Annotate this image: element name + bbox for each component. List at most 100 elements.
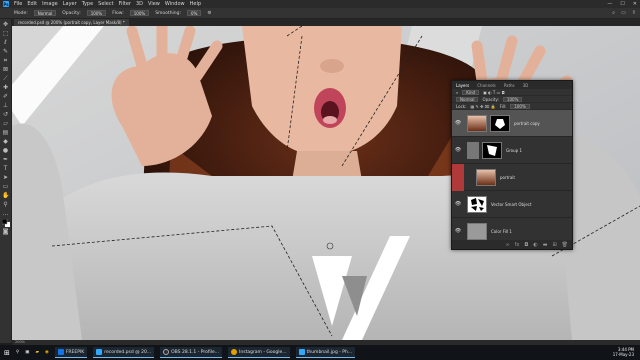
tab-channels[interactable]: Channels bbox=[477, 83, 496, 88]
layer-portrait[interactable]: portrait bbox=[452, 163, 572, 191]
photoshop-icon bbox=[96, 349, 103, 355]
frame-tool-icon[interactable]: ⊠ bbox=[2, 66, 9, 73]
zoom-tool-icon[interactable]: ⚲ bbox=[2, 201, 9, 208]
move-tool-icon[interactable]: ✥ bbox=[2, 21, 9, 28]
layer-portrait-copy[interactable]: 👁 portrait copy bbox=[452, 110, 572, 137]
fill-input[interactable]: 100% bbox=[510, 103, 530, 109]
taskbar-app-label: thumbnail.jpg - Ph... bbox=[306, 349, 353, 355]
eraser-tool-icon[interactable]: ▱ bbox=[2, 120, 9, 127]
smoothing-input[interactable]: 0% bbox=[187, 10, 202, 16]
group-mask-thumbnail[interactable] bbox=[482, 141, 502, 159]
color-swatches[interactable] bbox=[1, 218, 10, 227]
menu-edit[interactable]: Edit bbox=[27, 1, 37, 7]
chrome-icon[interactable]: ◉ bbox=[45, 350, 49, 355]
taskbar-app-label: OBS 28.1.1 - Profile... bbox=[171, 349, 220, 355]
history-brush-tool-icon[interactable]: ↺ bbox=[2, 111, 9, 118]
layer-group-1[interactable]: 👁 Group 1 bbox=[452, 137, 572, 164]
new-layer-icon[interactable]: ⊞ bbox=[552, 242, 556, 248]
flow-input[interactable]: 100% bbox=[129, 10, 150, 16]
eye-icon[interactable]: 👁 bbox=[452, 120, 464, 126]
quick-select-tool-icon[interactable]: ✎ bbox=[2, 48, 9, 55]
menu-type[interactable]: Type bbox=[82, 1, 93, 7]
shape-tool-icon[interactable]: ▭ bbox=[2, 183, 9, 190]
menu-help[interactable]: Help bbox=[190, 1, 201, 7]
lasso-tool-icon[interactable]: ℓ bbox=[2, 39, 9, 46]
system-clock[interactable]: 3:44 PM 17-May-23 bbox=[613, 347, 634, 357]
crop-tool-icon[interactable]: ⌗ bbox=[2, 57, 9, 64]
taskbar-app-photoshop[interactable]: recorded.psd @ 20... bbox=[93, 347, 155, 358]
gradient-tool-icon[interactable]: ▤ bbox=[2, 129, 9, 136]
layer-name: Color Fill 1 bbox=[491, 228, 512, 234]
flow-label: Flow: bbox=[112, 10, 124, 16]
menu-select[interactable]: Select bbox=[98, 1, 113, 7]
lock-icons[interactable]: ▦ ✎ ✥ ⌧ 🔒 bbox=[470, 104, 495, 109]
menu-layer[interactable]: Layer bbox=[63, 1, 77, 7]
eye-icon[interactable]: 👁 bbox=[452, 228, 464, 234]
options-bar: Mode: Normal Opacity: 100% Flow: 100% Sm… bbox=[0, 8, 640, 19]
close-icon[interactable]: ✕ bbox=[633, 1, 637, 7]
menu-window[interactable]: Window bbox=[165, 1, 185, 7]
opacity-label: Opacity: bbox=[62, 10, 81, 16]
marquee-tool-icon[interactable]: ⬚ bbox=[2, 30, 9, 37]
type-tool-icon[interactable]: T bbox=[2, 165, 9, 172]
minimize-icon[interactable]: — bbox=[607, 1, 612, 7]
quick-mask-icon[interactable]: ◙ bbox=[2, 228, 9, 235]
healing-tool-icon[interactable]: ✚ bbox=[2, 84, 9, 91]
menu-view[interactable]: View bbox=[148, 1, 160, 7]
layer-thumbnail bbox=[476, 168, 496, 186]
photoshop-icon bbox=[298, 349, 305, 355]
eye-icon[interactable]: 👁 bbox=[452, 201, 464, 207]
fill-thumbnail bbox=[467, 222, 487, 240]
filter-kind-select[interactable]: Kind bbox=[462, 89, 480, 95]
menu-3d[interactable]: 3D bbox=[136, 1, 143, 7]
layer-mask-thumbnail[interactable] bbox=[490, 114, 510, 132]
blend-mode-select[interactable]: Normal bbox=[456, 96, 479, 102]
folder-icon[interactable]: ▬ bbox=[543, 242, 548, 248]
tab-paths[interactable]: Paths bbox=[504, 83, 515, 88]
windows-start-icon[interactable]: ⊞ bbox=[4, 349, 10, 357]
gear-icon[interactable]: ⚙ bbox=[207, 11, 211, 16]
file-explorer-icon[interactable]: ▰ bbox=[35, 350, 38, 355]
menu-filter[interactable]: Filter bbox=[119, 1, 131, 7]
freepik-icon bbox=[57, 349, 64, 355]
taskbar-app-label: recorded.psd @ 20... bbox=[104, 349, 152, 355]
taskbar-app-freepik[interactable]: FREEPIK bbox=[54, 347, 88, 358]
opacity-input[interactable]: 100% bbox=[86, 10, 107, 16]
layers-panel-tabs: Layers Channels Paths 3D bbox=[452, 81, 572, 89]
menu-file[interactable]: File bbox=[14, 1, 22, 7]
share-icon[interactable]: ⇪ bbox=[632, 10, 636, 16]
mode-select[interactable]: Normal bbox=[33, 10, 57, 16]
taskbar-app-obs[interactable]: OBS 28.1.1 - Profile... bbox=[160, 347, 223, 358]
search-icon[interactable]: ⚲ bbox=[16, 350, 19, 355]
mask-icon[interactable]: ◘ bbox=[524, 242, 528, 248]
blur-tool-icon[interactable]: ◆ bbox=[2, 138, 9, 145]
more-tools-icon[interactable]: … bbox=[2, 210, 9, 217]
dodge-tool-icon[interactable]: ● bbox=[2, 147, 9, 154]
search-icon[interactable]: ⌕ bbox=[612, 10, 615, 16]
tab-3d[interactable]: 3D bbox=[523, 83, 529, 88]
task-view-icon[interactable]: ▣ bbox=[25, 350, 29, 355]
lock-label: Lock: bbox=[456, 103, 467, 109]
brush-tool-icon[interactable]: ✐ bbox=[2, 93, 9, 100]
taskbar-app-photoshop-2[interactable]: thumbnail.jpg - Ph... bbox=[295, 347, 356, 358]
stamp-tool-icon[interactable]: ⊥ bbox=[2, 102, 9, 109]
link-icon[interactable]: ∞ bbox=[505, 242, 509, 248]
hand-tool-icon[interactable]: ✋ bbox=[2, 192, 9, 199]
workspace-icon[interactable]: ▭ bbox=[621, 10, 626, 16]
maximize-icon[interactable]: ☐ bbox=[620, 1, 624, 7]
pen-tool-icon[interactable]: ✒ bbox=[2, 156, 9, 163]
tab-layers[interactable]: Layers bbox=[456, 83, 469, 88]
menu-image[interactable]: Image bbox=[42, 1, 58, 7]
layer-vector-smart-object[interactable]: 👁 Vector Smart Object bbox=[452, 191, 572, 218]
fx-icon[interactable]: fx bbox=[515, 242, 520, 248]
document-tab[interactable]: recorded.psd @ 200% (portrait copy, Laye… bbox=[14, 19, 129, 26]
filter-icons[interactable]: ▣ ◐ T ▭ ◘ bbox=[483, 90, 505, 95]
layer-opacity-input[interactable]: 100% bbox=[502, 96, 523, 102]
path-select-tool-icon[interactable]: ➤ bbox=[2, 174, 9, 181]
taskbar-app-chrome[interactable]: Instagram - Google... bbox=[228, 347, 290, 358]
eye-icon[interactable]: 👁 bbox=[452, 147, 464, 153]
trash-icon[interactable]: 🗑 bbox=[562, 242, 568, 248]
hidden-layer-indicator[interactable] bbox=[452, 163, 464, 191]
eyedropper-tool-icon[interactable]: ⟋ bbox=[2, 75, 9, 82]
adjustment-icon[interactable]: ◐ bbox=[533, 242, 537, 248]
